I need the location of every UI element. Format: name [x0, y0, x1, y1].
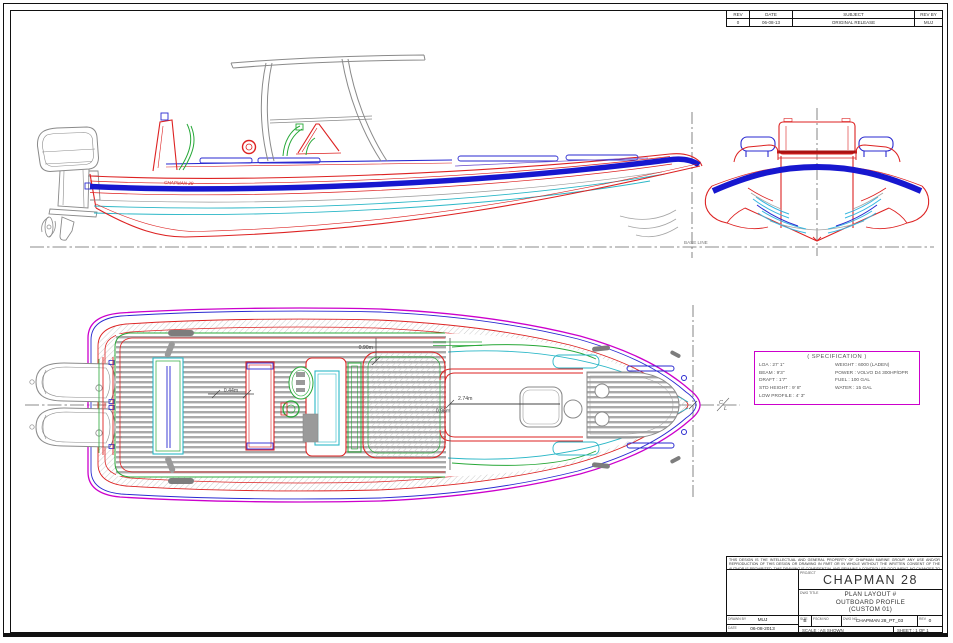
drawing-sheet: BASE LINE C L	[0, 0, 953, 643]
sheet-border-inner	[10, 10, 943, 633]
